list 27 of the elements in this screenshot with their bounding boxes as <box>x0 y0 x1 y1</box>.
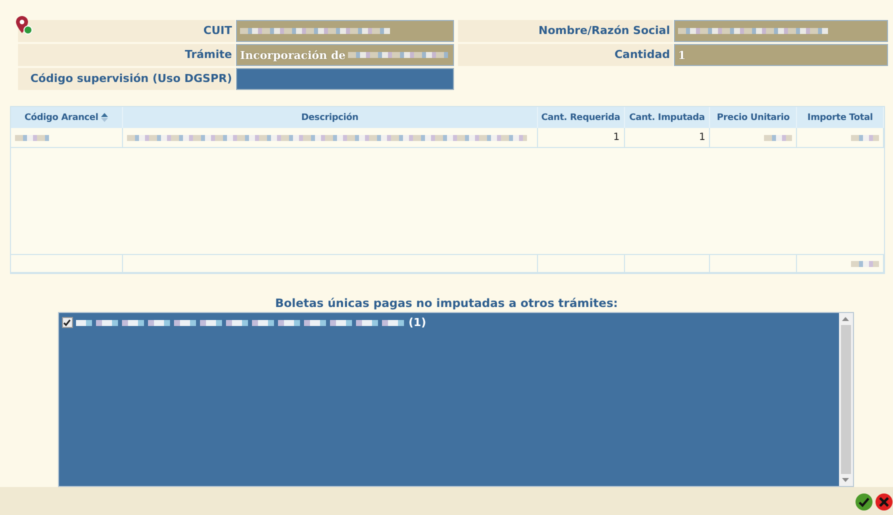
input-field[interactable] <box>236 68 454 90</box>
column-header[interactable]: Cant. Imputada <box>624 107 710 128</box>
list-title: Boletas únicas pagas no imputadas a otros trámites: <box>275 296 618 310</box>
boletas-listbox[interactable]: (1) <box>58 312 854 487</box>
column-header[interactable]: Importe Total <box>797 107 884 128</box>
field-value: 1 <box>678 48 686 62</box>
column-header[interactable]: Código Arancel <box>11 107 123 128</box>
field-label: Cantidad <box>458 44 673 66</box>
confirm-icon[interactable] <box>855 493 873 511</box>
field-label: Nombre/Razón Social <box>458 20 673 42</box>
field-label: Trámite <box>18 44 235 66</box>
column-header[interactable]: Cant. Requerida <box>538 107 625 128</box>
checkbox[interactable] <box>62 317 72 328</box>
input-field[interactable] <box>236 20 454 42</box>
field-label: Código supervisión (Uso DGSPR) <box>18 68 235 90</box>
list-item[interactable]: (1) <box>62 316 836 329</box>
item-count: (1) <box>408 316 426 329</box>
input-field[interactable] <box>674 20 888 42</box>
column-header[interactable]: Descripción <box>122 107 538 128</box>
field-label: CUIT <box>18 20 235 42</box>
field-value: Incorporación de <box>240 48 346 62</box>
table-cell: 1 <box>624 128 710 148</box>
cancel-icon[interactable] <box>875 493 893 511</box>
table-cell: 1 <box>538 128 625 148</box>
column-header[interactable]: Precio Unitario <box>710 107 798 128</box>
location-pin-icon <box>15 15 33 35</box>
scrollbar[interactable] <box>838 313 852 486</box>
